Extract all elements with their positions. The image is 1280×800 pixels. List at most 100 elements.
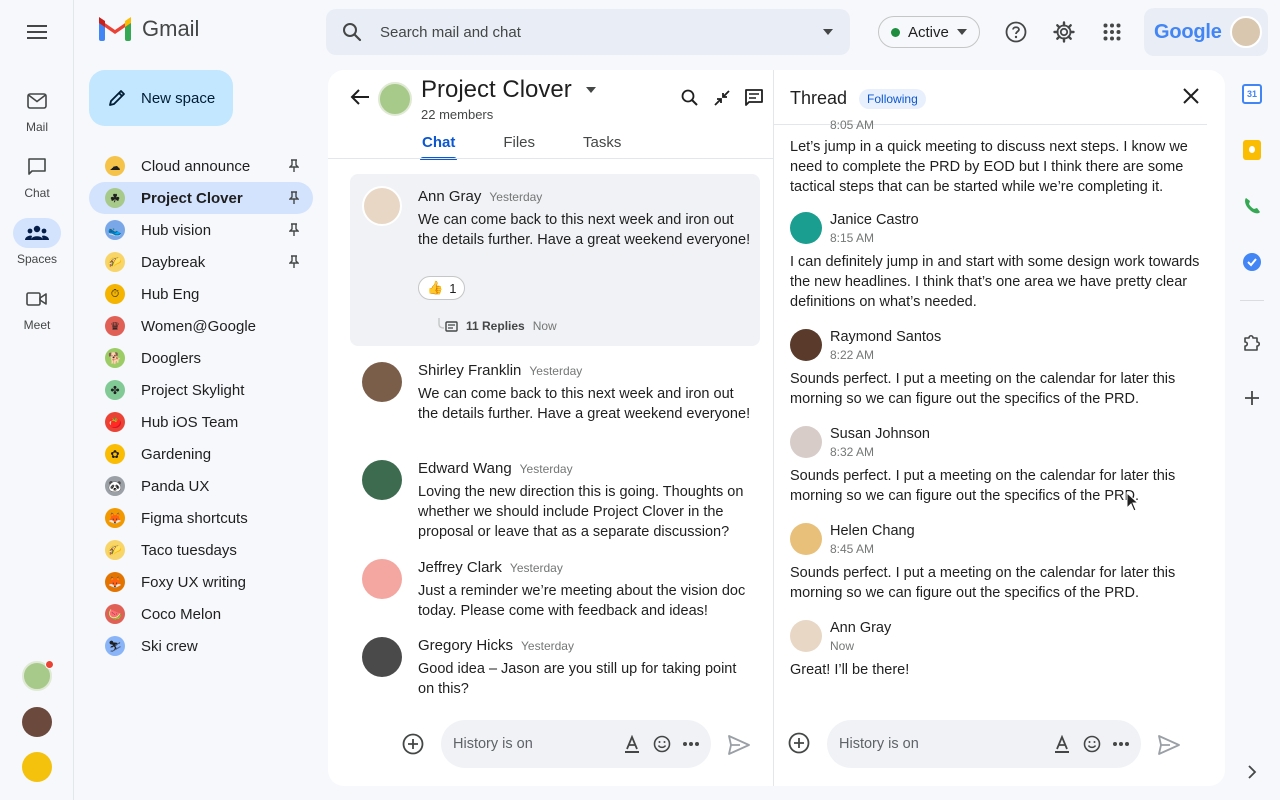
- show-side-panel-button[interactable]: [1240, 760, 1264, 784]
- gmail-logo[interactable]: Gmail: [98, 16, 199, 42]
- thread-message[interactable]: Susan Johnson 8:32 AM Sounds perfect. I …: [790, 426, 1210, 506]
- voice-app-button[interactable]: [1240, 194, 1264, 218]
- keep-app-button[interactable]: [1240, 138, 1264, 162]
- space-item[interactable]: 🌮 Daybreak: [89, 246, 313, 278]
- format-text-icon[interactable]: [623, 735, 641, 753]
- space-item[interactable]: ✿ Gardening: [89, 438, 313, 470]
- space-icon: ☘: [105, 188, 125, 208]
- space-item[interactable]: 👟 Hub vision: [89, 214, 313, 246]
- space-item[interactable]: 🐼 Panda UX: [89, 470, 313, 502]
- account-switcher[interactable]: Google: [1144, 8, 1268, 56]
- tab-chat[interactable]: Chat: [419, 134, 458, 160]
- space-item[interactable]: 🦊 Figma shortcuts: [89, 502, 313, 534]
- thread-message[interactable]: Raymond Santos 8:22 AM Sounds perfect. I…: [790, 329, 1210, 409]
- message-item[interactable]: Jeffrey Clark Yesterday Just a reminder …: [350, 559, 760, 621]
- message-time: Yesterday: [509, 561, 563, 575]
- space-item[interactable]: ⏱ Hub Eng: [89, 278, 313, 310]
- account-avatar[interactable]: [1229, 16, 1262, 48]
- tasks-app-button[interactable]: [1240, 250, 1264, 274]
- dm-avatar-clover[interactable]: [22, 660, 54, 691]
- emoji-icon[interactable]: [653, 735, 671, 753]
- following-badge[interactable]: Following: [859, 88, 926, 109]
- apps-grid-icon: [1103, 23, 1121, 41]
- emoji-icon[interactable]: [1083, 735, 1101, 753]
- message-item[interactable]: Edward Wang Yesterday Loving the new dir…: [350, 460, 760, 542]
- rail-spaces[interactable]: Spaces: [0, 218, 74, 266]
- status-dropdown[interactable]: Active: [878, 16, 980, 48]
- rail-meet[interactable]: Meet: [0, 284, 74, 332]
- rail-chat[interactable]: Chat: [0, 152, 74, 200]
- space-item[interactable]: 🍉 Coco Melon: [89, 598, 313, 630]
- send-button[interactable]: [1157, 733, 1181, 757]
- back-button[interactable]: [350, 88, 370, 106]
- space-title-button[interactable]: Project Clover: [421, 76, 596, 104]
- add-button[interactable]: [401, 732, 425, 756]
- composer-input[interactable]: History is on: [839, 736, 1053, 752]
- more-horiz-icon[interactable]: [683, 742, 699, 746]
- dm-avatar-user-2[interactable]: [22, 752, 52, 782]
- arrow-back-icon: [350, 89, 369, 105]
- space-item[interactable]: ☁ Cloud announce: [89, 150, 313, 182]
- reaction-chip[interactable]: 👍 1: [418, 276, 466, 300]
- space-item[interactable]: 🌮 Taco tuesdays: [89, 534, 313, 566]
- main-menu-button[interactable]: [22, 17, 52, 47]
- pin-icon[interactable]: [289, 223, 299, 237]
- avatar: [790, 212, 822, 244]
- dm-avatar-user[interactable]: [22, 707, 52, 737]
- calendar-app-button[interactable]: 31: [1240, 82, 1264, 106]
- add-button[interactable]: [787, 731, 811, 755]
- avatar: [362, 362, 402, 402]
- rail-mail[interactable]: Mail: [0, 86, 74, 134]
- space-item[interactable]: 🦊 Foxy UX writing: [89, 566, 313, 598]
- message-header: Shirley Franklin Yesterday: [418, 362, 582, 379]
- message-item[interactable]: Ann Gray Yesterday We can come back to t…: [350, 174, 760, 346]
- thread-message[interactable]: Janice Castro 8:15 AM I can definitely j…: [790, 212, 1210, 312]
- composer-input[interactable]: History is on: [453, 736, 623, 752]
- tab-tasks[interactable]: Tasks: [583, 134, 621, 160]
- tab-files[interactable]: Files: [503, 134, 535, 160]
- space-item[interactable]: ✤ Project Skylight: [89, 374, 313, 406]
- space-icon: 🍅: [105, 412, 125, 432]
- pin-icon[interactable]: [289, 159, 299, 173]
- space-item[interactable]: ♛ Women@Google: [89, 310, 313, 342]
- get-addons-button[interactable]: [1240, 386, 1264, 410]
- message-item[interactable]: Gregory Hicks Yesterday Good idea – Jaso…: [350, 637, 760, 699]
- new-space-button[interactable]: New space: [89, 70, 233, 126]
- help-button[interactable]: [1002, 18, 1030, 46]
- send-button[interactable]: [727, 733, 751, 757]
- search-icon[interactable]: [342, 22, 362, 42]
- message-composer[interactable]: History is on: [441, 720, 711, 768]
- thread-composer[interactable]: History is on: [827, 720, 1141, 768]
- threads-icon[interactable]: [744, 88, 764, 108]
- space-label: Dooglers: [141, 349, 202, 367]
- app-rail: Mail Chat Spaces Meet: [0, 0, 74, 800]
- search-input[interactable]: Search mail and chat: [380, 24, 822, 41]
- space-item[interactable]: 🐕 Dooglers: [89, 342, 313, 374]
- pin-icon[interactable]: [289, 191, 299, 205]
- space-icon: 🦊: [105, 508, 125, 528]
- sender-name: Janice Castro: [830, 212, 919, 228]
- close-thread-button[interactable]: [1183, 88, 1199, 104]
- thread-message[interactable]: Helen Chang 8:45 AM Sounds perfect. I pu…: [790, 523, 1210, 603]
- format-text-icon[interactable]: [1053, 735, 1071, 753]
- spaces-icon: [25, 225, 49, 240]
- phone-icon: [1245, 198, 1260, 214]
- search-in-space-icon[interactable]: [680, 88, 700, 108]
- thread-replies[interactable]: 11 Replies Now: [438, 318, 557, 334]
- space-item[interactable]: ⛷ Ski crew: [89, 630, 313, 662]
- search-options-icon[interactable]: [822, 28, 834, 36]
- space-item[interactable]: 🍅 Hub iOS Team: [89, 406, 313, 438]
- search-bar[interactable]: Search mail and chat: [326, 9, 850, 55]
- message-item[interactable]: Shirley Franklin Yesterday We can come b…: [350, 362, 760, 444]
- more-horiz-icon[interactable]: [1113, 742, 1129, 746]
- pin-icon[interactable]: [289, 255, 299, 269]
- settings-button[interactable]: [1050, 18, 1078, 46]
- space-tabs: Chat Files Tasks: [419, 134, 669, 160]
- thread-message[interactable]: Ann Gray Now Great! I’ll be there!: [790, 620, 1210, 682]
- apps-button[interactable]: [1098, 18, 1126, 46]
- member-count[interactable]: 22 members: [421, 107, 493, 122]
- addons-button[interactable]: [1240, 330, 1264, 354]
- collapse-icon[interactable]: [712, 88, 732, 108]
- space-item[interactable]: ☘ Project Clover: [89, 182, 313, 214]
- message-body: We can come back to this next week and i…: [418, 212, 751, 248]
